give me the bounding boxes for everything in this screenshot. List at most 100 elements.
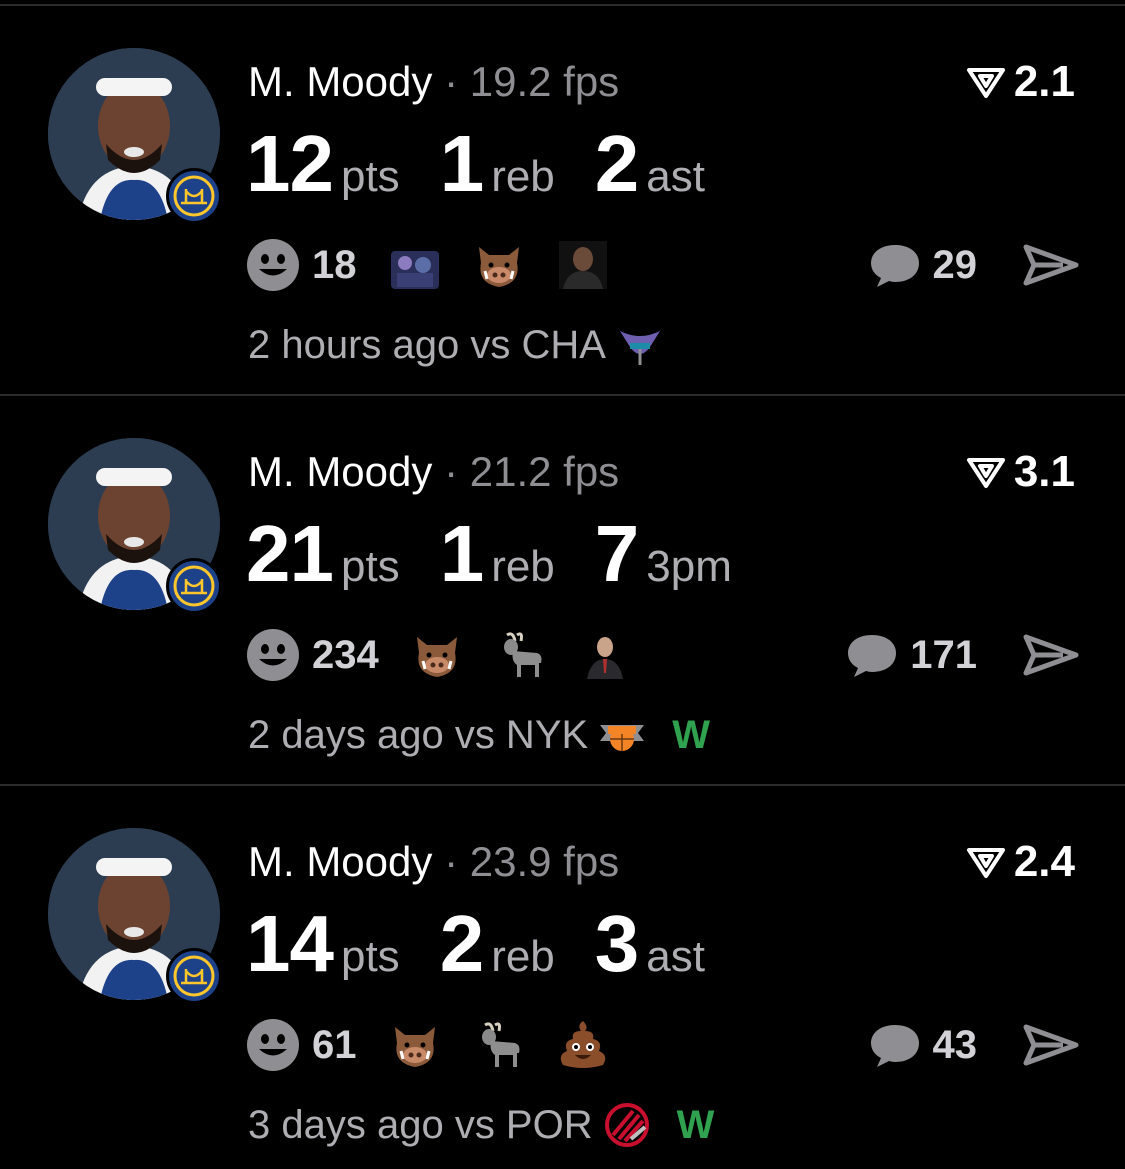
rating-icon [966,458,1005,488]
hornets-logo-icon [619,331,660,365]
separator: · [444,448,459,495]
boar-emoji-icon [416,637,457,677]
warriors-logo [166,558,222,614]
comment-icon[interactable] [844,631,900,679]
share-icon[interactable] [1023,633,1079,677]
boar-emoji-icon [394,1027,435,1067]
player-name[interactable]: M. Moody [248,58,432,105]
stat-label: pts [340,152,400,201]
comment-count[interactable]: 171 [910,633,977,678]
share-icon[interactable] [1023,1023,1079,1067]
post-actions: 171 [844,626,1079,684]
goat-emoji-icon [503,632,542,677]
time-and-opponent: 2 hours ago vs CHA [248,322,606,367]
rating-value: 2.4 [1013,837,1075,886]
cartoon-crowd-image-icon [390,251,439,289]
goat-emoji-icon [481,1022,519,1067]
post-card[interactable]: M. Moody · 23.9 fps 2.4 14 pts 2 reb 3 ast … [0,786,1125,1169]
stat: 2 reb [440,898,555,990]
stat-value: 1 [439,119,484,208]
post-header: M. Moody · 19.2 fps [248,54,619,110]
stat-label: reb [491,152,555,201]
game-result: W [676,1102,715,1147]
rating-value: 2.1 [1013,57,1075,106]
fps-value: 21.2 fps [469,448,620,495]
stat-label: pts [340,542,400,591]
stat: 1 reb [440,118,555,210]
stat: 2 ast [595,118,705,210]
game-result: W [672,712,710,757]
smiley-react-icon[interactable] [246,628,300,682]
player-avatar[interactable] [48,828,224,1004]
stat-value: 7 [594,509,639,598]
smiley-react-icon[interactable] [246,1018,300,1072]
stat-label: pts [340,932,400,981]
stat: 14 pts [246,898,400,990]
warriors-logo [166,168,222,224]
separator: · [444,838,459,885]
game-info: 2 hours ago vs CHA [248,316,690,374]
rating-value: 3.1 [1013,447,1075,496]
post-card[interactable]: M. Moody · 19.2 fps 2.1 12 pts 1 reb 2 ast … [0,6,1125,396]
comment-count[interactable]: 43 [933,1023,978,1068]
knicks-logo-icon [600,725,645,751]
post-actions: 43 [867,1016,1080,1074]
player-name[interactable]: M. Moody [248,448,432,495]
rating[interactable]: 2.4 [966,834,1075,890]
separator: · [444,58,459,105]
player-avatar[interactable] [48,438,224,614]
game-info: 3 days ago vs POR W [248,1096,714,1154]
reaction-count[interactable]: 61 [312,1023,357,1068]
person-in-suit-photo-icon [580,631,629,679]
fps-value: 23.9 fps [469,838,620,885]
reaction-count[interactable]: 234 [312,633,379,678]
post-header: M. Moody · 21.2 fps [248,444,619,500]
stat-label: ast [646,932,705,981]
boar-emoji-icon [478,247,519,287]
stat-value: 12 [246,119,334,208]
stat-label: ast [646,152,705,201]
reactions-row: 61 [246,1016,639,1074]
stat-label: reb [491,932,555,981]
stat-label: 3pm [646,542,732,591]
rating-icon [966,848,1005,878]
time-and-opponent: 3 days ago vs POR [248,1102,593,1147]
comment-icon[interactable] [867,241,923,289]
stat: 7 3pm [595,508,732,600]
time-and-opponent: 2 days ago vs NYK [248,712,589,757]
reaction-count[interactable]: 18 [312,243,357,288]
game-info: 2 days ago vs NYK W [248,706,710,764]
post-actions: 29 [867,236,1080,294]
stat-value: 3 [594,899,639,988]
stat: 3 ast [595,898,705,990]
reactions-row: 18 [246,236,639,294]
stat: 21 pts [246,508,400,600]
fps-value: 19.2 fps [469,58,620,105]
stat-line: 21 pts 1 reb 7 3pm [246,508,772,598]
stat-line: 14 pts 2 reb 3 ast [246,898,745,988]
player-name[interactable]: M. Moody [248,838,432,885]
person-photo-icon [558,241,607,289]
share-icon[interactable] [1023,243,1079,287]
stat: 12 pts [246,118,400,210]
reactions-row: 234 [246,626,661,684]
post-card[interactable]: M. Moody · 21.2 fps 3.1 21 pts 1 reb 7 3pm … [0,396,1125,786]
stat-label: reb [491,542,555,591]
rating[interactable]: 3.1 [966,444,1075,500]
rating-icon [966,68,1005,98]
comment-icon[interactable] [867,1021,923,1069]
stat-line: 12 pts 1 reb 2 ast [246,118,745,208]
stat: 1 reb [440,508,555,600]
stat-value: 14 [246,899,334,988]
poop-emoji-icon [560,1021,605,1068]
post-header: M. Moody · 23.9 fps [248,834,619,890]
stat-value: 1 [439,509,484,598]
rating[interactable]: 2.1 [966,54,1075,110]
warriors-logo [166,948,222,1004]
comment-count[interactable]: 29 [933,243,978,288]
smiley-react-icon[interactable] [246,238,300,292]
player-avatar[interactable] [48,48,224,224]
trail-blazers-logo-icon [604,1103,649,1147]
stat-value: 2 [439,899,484,988]
stat-value: 2 [594,119,639,208]
